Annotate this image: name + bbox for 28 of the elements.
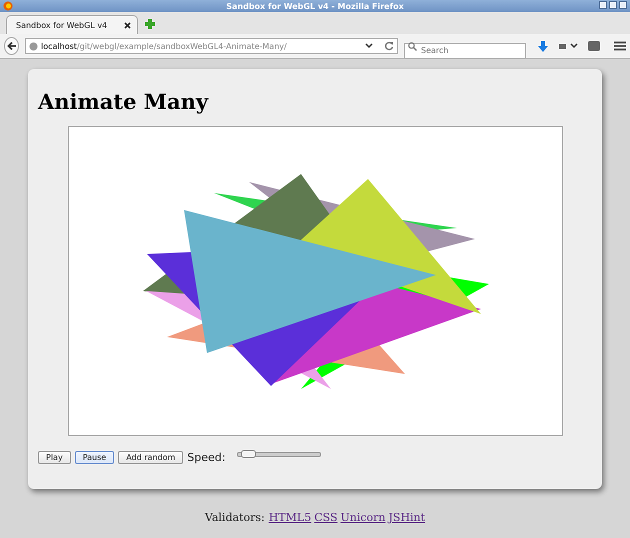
browser-tab[interactable]: Sandbox for WebGL v4 [6, 15, 138, 34]
download-arrow-icon[interactable] [538, 40, 548, 52]
back-arrow-icon [6, 41, 16, 51]
browser-logo-icon [3, 1, 13, 11]
dropdown-caret-icon[interactable] [365, 43, 373, 49]
slider-thumb[interactable] [241, 450, 256, 458]
back-button[interactable] [4, 37, 19, 55]
speed-slider[interactable] [237, 452, 322, 457]
speed-label: Speed: [187, 451, 226, 464]
maximize-icon[interactable] [609, 1, 617, 9]
reload-icon[interactable] [384, 41, 394, 51]
validator-link[interactable]: HTML5 [268, 511, 312, 524]
window-title: Sandbox for WebGL v4 - Mozilla Firefox [226, 2, 404, 10]
control-button[interactable]: Add random [118, 451, 184, 464]
extension-dropdown-icon[interactable] [558, 41, 578, 51]
control-button[interactable]: Play [38, 451, 71, 464]
address-bar[interactable]: localhost/git/webgl/example/sandboxWebGL4-Animate-Many/ [25, 38, 398, 54]
validator-link[interactable]: JSHint [388, 511, 426, 524]
page-heading: Animate Many [38, 89, 210, 114]
control-button[interactable]: Pause [74, 451, 114, 464]
validator-link[interactable]: Unicorn [340, 511, 386, 524]
minimize-icon[interactable] [599, 1, 607, 9]
search-field[interactable]: Search [404, 42, 526, 58]
validators-label: Validators: [204, 511, 265, 524]
menu-icon[interactable] [614, 41, 626, 51]
plus-icon[interactable] [144, 18, 156, 30]
close-icon[interactable] [124, 22, 131, 28]
validator-link[interactable]: CSS [314, 511, 338, 524]
